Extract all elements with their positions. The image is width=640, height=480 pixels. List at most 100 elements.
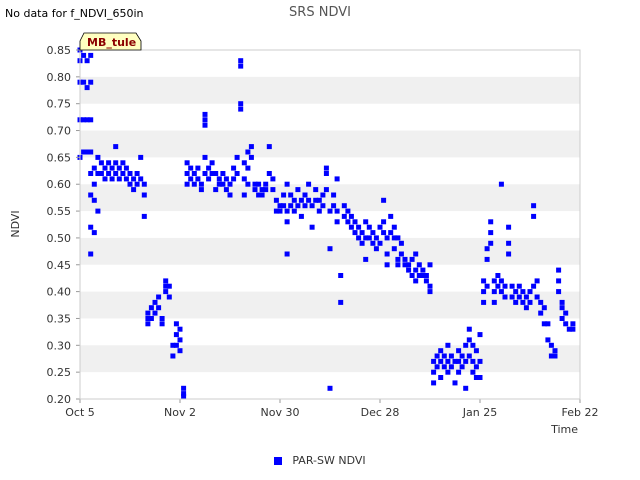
grid-bands [80, 76, 580, 373]
data-point [381, 219, 387, 225]
data-point [298, 197, 304, 203]
data-point [470, 358, 476, 364]
data-point [473, 364, 479, 370]
data-point [409, 256, 415, 262]
data-point [113, 144, 119, 150]
data-point [127, 181, 133, 187]
y-tick-label: 0.30 [47, 339, 72, 352]
data-point [131, 176, 137, 182]
y-tick-label: 0.45 [47, 259, 72, 272]
data-point [131, 187, 137, 193]
data-point [223, 187, 229, 193]
data-point [284, 251, 290, 257]
data-point [173, 332, 179, 338]
data-point [91, 230, 97, 236]
data-point [438, 375, 444, 380]
data-point [556, 267, 562, 273]
data-point [563, 310, 569, 316]
data-point [134, 181, 140, 187]
data-point [345, 219, 351, 225]
data-point [191, 171, 197, 176]
data-point [184, 181, 190, 187]
data-point [488, 240, 494, 246]
data-point [184, 160, 190, 166]
data-point [248, 144, 254, 150]
y-tick-label: 0.75 [47, 98, 72, 111]
data-point [388, 213, 394, 219]
data-point [166, 283, 172, 289]
legend: PAR-SW NDVI [0, 454, 640, 467]
data-point [541, 305, 547, 311]
data-point [123, 165, 129, 171]
data-point [498, 181, 504, 187]
data-point [152, 299, 158, 305]
data-point [163, 278, 169, 284]
data-point [570, 326, 576, 332]
data-point [559, 316, 565, 321]
data-point [384, 251, 390, 257]
data-point [256, 181, 262, 187]
data-point [445, 358, 451, 364]
data-point [491, 289, 497, 295]
data-point [98, 171, 104, 176]
data-point [113, 160, 119, 166]
data-point [377, 240, 383, 246]
data-point [188, 165, 194, 171]
data-point [495, 273, 501, 278]
data-point [481, 289, 487, 295]
data-point [388, 230, 394, 236]
data-point [409, 273, 415, 278]
data-point [202, 111, 208, 117]
data-point [309, 224, 315, 230]
data-point [373, 235, 379, 241]
data-point [288, 192, 294, 198]
data-point [313, 187, 319, 193]
data-point [166, 294, 172, 300]
data-point [284, 208, 290, 214]
y-axis-label: NDVI [9, 210, 22, 237]
data-point [284, 181, 290, 187]
data-point [398, 240, 404, 246]
data-point [520, 299, 526, 305]
data-point [152, 310, 158, 316]
data-point [359, 230, 365, 236]
data-point [106, 160, 112, 166]
data-point [434, 353, 440, 359]
data-point [348, 224, 354, 230]
data-point [91, 165, 97, 171]
y-tick-label: 0.55 [47, 205, 72, 218]
x-axis-ticks: Oct 5 Nov 2 Nov 30 Dec 28 Jan 25 Feb 22 [65, 399, 598, 419]
data-point [213, 171, 219, 176]
data-point [109, 176, 115, 182]
data-point [241, 160, 247, 166]
data-point [84, 58, 90, 64]
data-point [556, 289, 562, 295]
data-point [559, 305, 565, 311]
data-point [123, 176, 129, 182]
data-point [341, 203, 347, 209]
data-point [373, 246, 379, 252]
data-point [431, 358, 437, 364]
data-point [238, 106, 244, 112]
data-point [231, 176, 237, 182]
data-point [202, 154, 208, 160]
data-point [423, 273, 429, 278]
data-point [81, 79, 87, 85]
data-point [88, 224, 94, 230]
data-point [441, 353, 447, 359]
data-point [548, 342, 554, 348]
data-point [391, 224, 397, 230]
data-point [206, 165, 212, 171]
y-tick-label: 0.85 [47, 44, 72, 57]
data-point [173, 321, 179, 327]
data-point [427, 283, 433, 289]
data-point [552, 353, 558, 359]
data-point [102, 165, 108, 171]
data-point [448, 353, 454, 359]
data-point [481, 278, 487, 284]
data-point [98, 160, 104, 166]
data-point [84, 85, 90, 91]
data-point [173, 342, 179, 348]
data-point [506, 224, 512, 230]
data-point [381, 230, 387, 236]
